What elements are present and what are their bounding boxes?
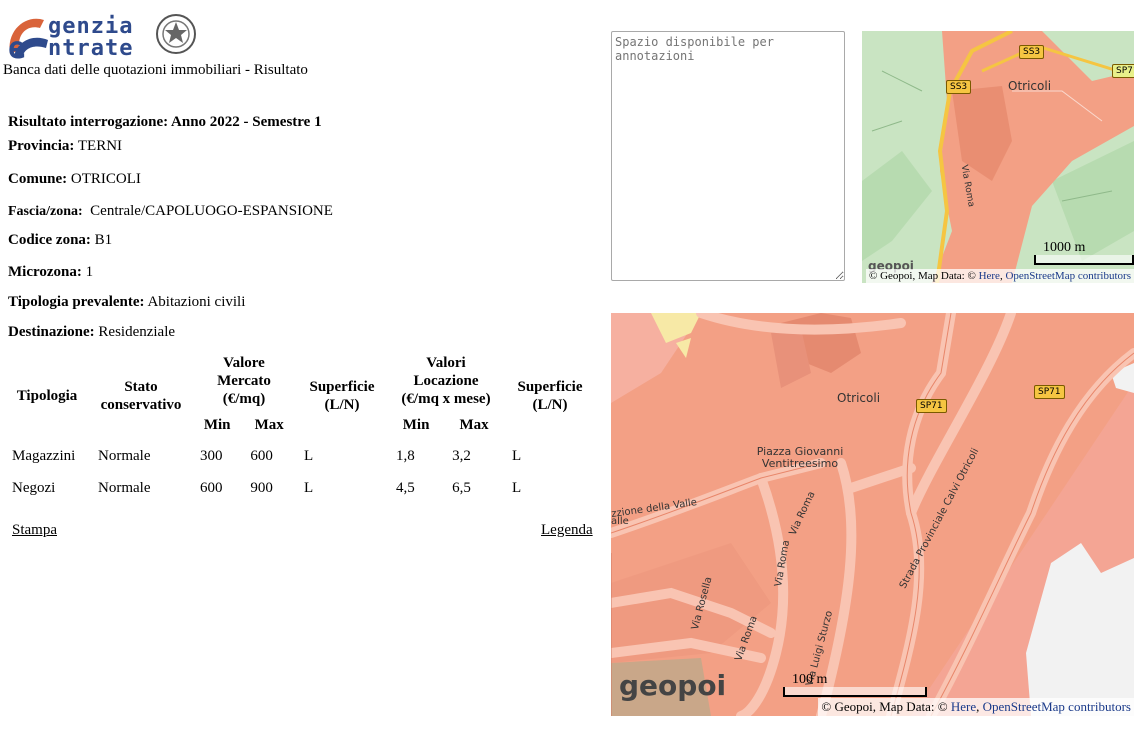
codice-zona-label: Codice zona: [8,232,91,248]
map-piazza-label: Piazza Giovanni Ventitreesimo [756,445,844,470]
map-street-alle: alle [611,516,629,527]
col-valori-locazione: Valori Locazione (€/mq x mese) [401,355,491,407]
cell-vm-max: 900 [250,479,273,496]
cell-stato: Normale [98,447,151,464]
agenzia-entrate-logo[interactable]: e genzia ntrate [4,6,204,62]
notes-textarea[interactable] [611,31,845,281]
destinazione-label: Destinazione: [8,324,95,340]
col-stato: Stato conservativo [100,379,182,413]
cell-vl-max: 3,2 [452,447,471,464]
tipologia-prevalente-label: Tipologia prevalente: [8,294,145,310]
logo-swoosh-icon: e [8,18,48,62]
fascia-row: Fascia/zona: Centrale/CAPOLUOGO-ESPANSIO… [8,203,333,220]
road-badge-sp71: SP71 [1112,64,1134,78]
map-town-label: Otricoli [837,391,881,405]
overview-attribution: © Geopoi, Map Data: © Here, OpenStreetMa… [865,269,1134,283]
codice-zona-row: Codice zona: B1 [8,232,112,249]
detail-attribution: © Geopoi, Map Data: © Here, OpenStreetMa… [818,698,1134,716]
codice-zona-value: B1 [94,232,113,248]
provincia-row: Provincia: TERNI [8,138,122,155]
overview-scale-bar [1034,255,1134,265]
microzona-row: Microzona: 1 [8,264,93,281]
col-vm-min: Min [203,417,231,433]
col-vl-max: Max [459,417,489,433]
fascia-label: Fascia/zona: [8,204,83,219]
fascia-value: Centrale/CAPOLUOGO-ESPANSIONE [90,203,333,219]
overview-scale-label: 1000 m [1043,240,1086,255]
col-vm-max: Max [254,417,284,433]
overview-map-tiles [862,31,1134,283]
table-row: Negozi Normale 600 900 L 4,5 6,5 L [4,472,596,504]
road-badge-sp71: SP71 [1034,385,1065,399]
col-superficie-1: Superficie (L/N) [309,379,375,413]
destinazione-row: Destinazione: Residenziale [8,324,175,341]
provincia-value: TERNI [77,138,123,154]
cell-superficie-2: L [512,447,522,464]
stampa-link[interactable]: Stampa [12,522,57,539]
detail-map-tiles [611,313,1134,716]
cell-vm-min: 600 [200,479,223,496]
cell-vm-min: 300 [200,447,223,464]
legenda-link[interactable]: Legenda [541,522,593,539]
comune-value: OTRICOLI [70,171,141,187]
cell-tipologia: Magazzini [12,447,76,464]
logo-text-line2: ntrate [48,36,134,61]
table-header-row: Tipologia Stato conservativo Valore Merc… [4,352,596,413]
result-title: Risultato interrogazione: Anno 2022 - Se… [8,114,322,130]
cell-vm-max: 600 [250,447,273,464]
overview-map[interactable]: SS3 SS3 SP71 Otricoli Via Roma 1000 m ge… [862,31,1134,283]
here-link[interactable]: Here [979,270,1000,282]
comune-label: Comune: [8,171,68,187]
destinazione-value: Residenziale [98,324,176,340]
osm-link[interactable]: OpenStreetMap contributors [1005,270,1131,282]
col-tipologia: Tipologia [16,388,78,404]
cell-tipologia: Negozi [12,479,56,496]
osm-link[interactable]: OpenStreetMap contributors [983,699,1131,714]
col-vl-min: Min [402,417,430,433]
cell-superficie-1: L [304,447,314,464]
table-row: Magazzini Normale 300 600 L 1,8 3,2 L [4,440,596,472]
microzona-label: Microzona: [8,264,82,280]
provincia-label: Provincia: [8,138,75,154]
detail-map[interactable]: SP71 SP71 Otricoli Piazza Giovanni Venti… [611,313,1134,716]
detail-scale-bar [783,687,927,697]
col-superficie-2: Superficie (L/N) [517,379,583,413]
geopoi-brand-logo: geopoi [619,669,727,702]
page-subtitle: Banca dati delle quotazioni immobiliari … [3,62,308,78]
cell-stato: Normale [98,479,151,496]
republic-emblem-icon [156,14,196,54]
map-town-label: Otricoli [1008,79,1052,93]
here-link[interactable]: Here [951,699,976,714]
road-badge-sp71: SP71 [916,399,947,413]
tipologia-prevalente-value: Abitazioni civili [147,294,246,310]
quotazioni-table: Tipologia Stato conservativo Valore Merc… [4,352,596,504]
cell-vl-min: 4,5 [396,479,415,496]
road-badge-ss3-top: SS3 [1019,45,1045,59]
detail-scale-label: 100 m [792,672,828,687]
microzona-value: 1 [85,264,94,280]
col-valore-mercato: Valore Mercato (€/mq) [217,355,271,407]
cell-vl-min: 1,8 [396,447,415,464]
svg-text:e: e [8,31,26,62]
cell-superficie-2: L [512,479,522,496]
cell-vl-max: 6,5 [452,479,471,496]
road-badge-ss3: SS3 [946,80,972,94]
tipologia-prevalente-row: Tipologia prevalente: Abitazioni civili [8,294,245,311]
cell-superficie-1: L [304,479,314,496]
comune-row: Comune: OTRICOLI [8,171,141,188]
